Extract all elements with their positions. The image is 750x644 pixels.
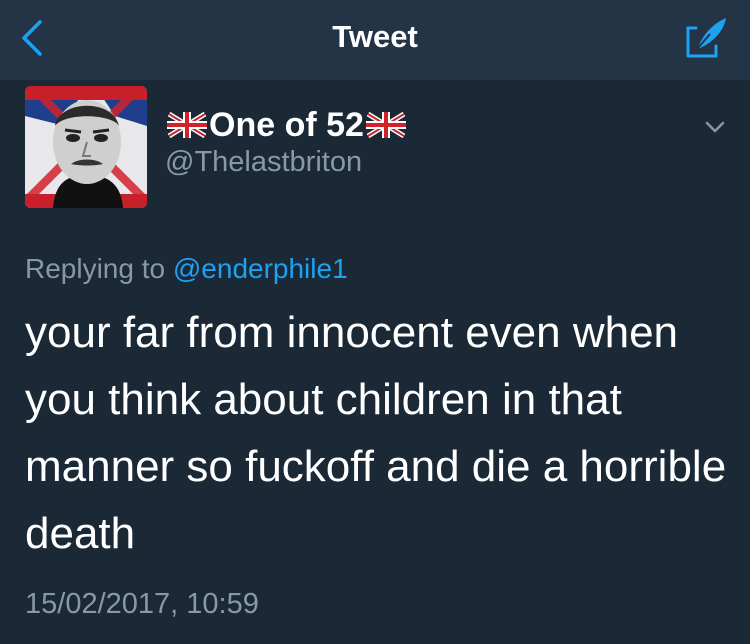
author-display-name[interactable]: One of 52 (165, 105, 408, 145)
navigation-bar: Tweet (0, 0, 750, 80)
chevron-down-icon (705, 121, 725, 133)
author-handle[interactable]: @Thelastbriton (165, 146, 362, 179)
page-title: Tweet (332, 19, 418, 54)
uk-flag-icon (167, 112, 207, 138)
compose-tweet-button[interactable] (684, 16, 728, 60)
avatar[interactable] (25, 86, 147, 208)
tweet-options-button[interactable] (700, 112, 730, 142)
compose-tweet-icon (686, 18, 726, 58)
tweet-timestamp: 15/02/2017, 10:59 (25, 588, 259, 620)
replying-to-line: Replying to @enderphile1 (25, 253, 348, 285)
replying-to-mention[interactable]: @enderphile1 (173, 253, 348, 284)
tweet-text: your far from innocent even when you thi… (25, 308, 727, 558)
uk-flag-icon (365, 112, 406, 138)
avatar-image (25, 86, 147, 208)
display-name-text: One of 52 (209, 105, 364, 144)
replying-to-label: Replying to (25, 253, 166, 284)
